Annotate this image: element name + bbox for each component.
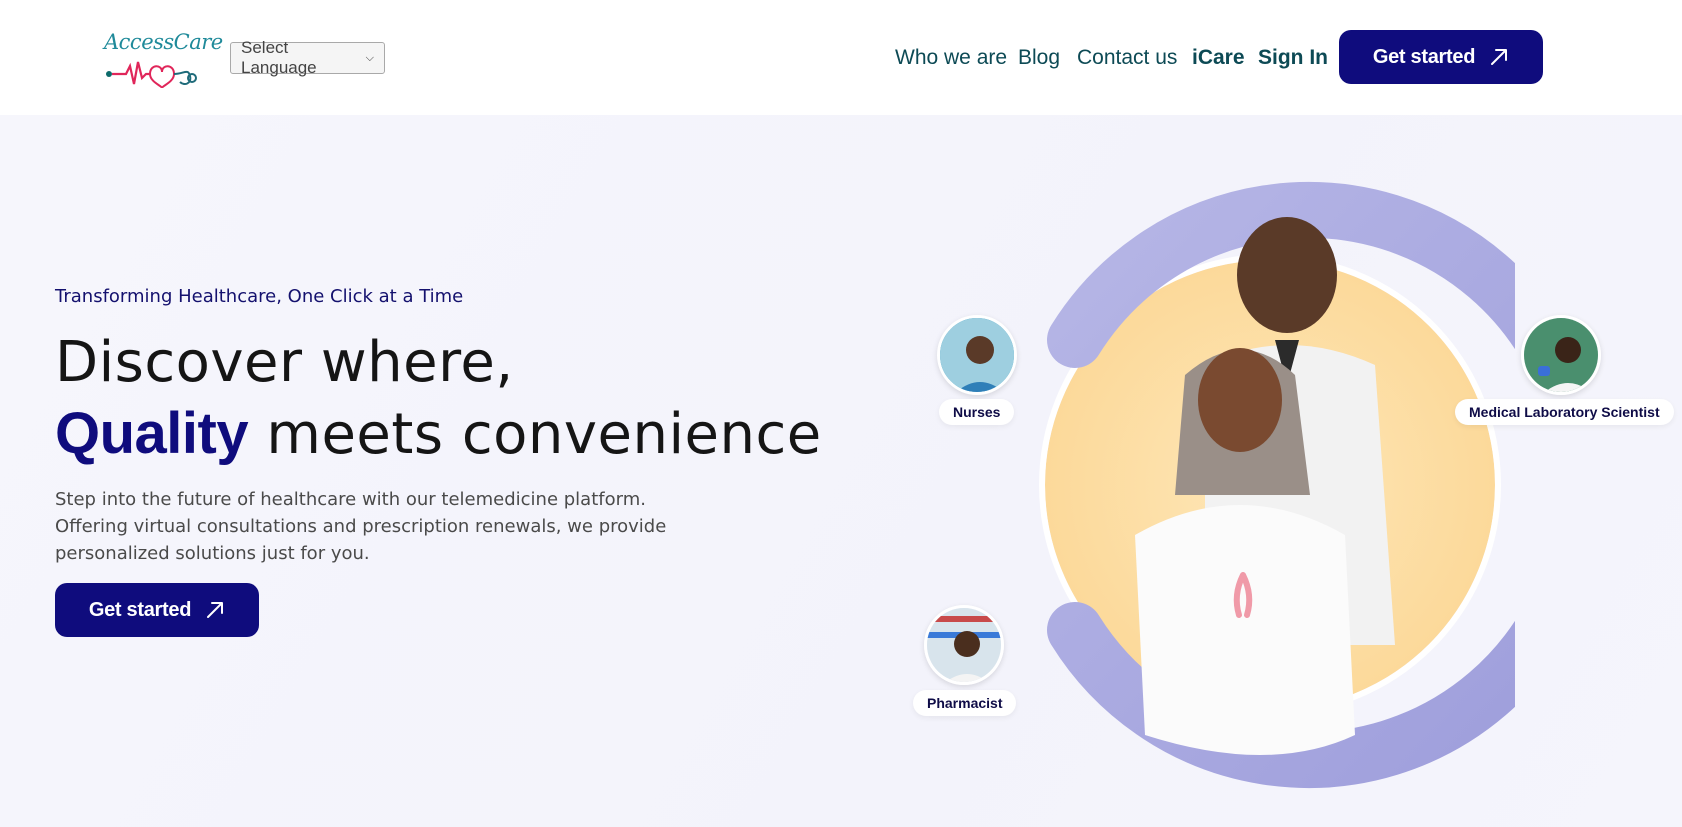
chevron-down-icon: ⌵ (365, 51, 374, 64)
language-select[interactable]: Select Language ⌵ (230, 38, 385, 77)
nav-link-who-we-are[interactable]: Who we are (895, 46, 1007, 70)
hero-illustration: Nurses Medical Laboratory Scientist Phar… (900, 115, 1682, 827)
site-header: AccessCare Select Language ⌵ Who we are … (0, 0, 1682, 115)
heartbeat-stethoscope-icon (106, 61, 197, 89)
hero-headline-rest: meets convenience (266, 402, 822, 467)
hero-headline-line1: Discover where, (55, 330, 514, 395)
language-select-value: Select Language (241, 38, 317, 77)
accesscare-logo[interactable]: AccessCare (104, 28, 223, 96)
lab-scientist-photo (1524, 318, 1598, 392)
nurses-label: Nurses (939, 399, 1015, 425)
pharmacist-photo (927, 608, 1001, 682)
nav-link-icare[interactable]: iCare (1192, 46, 1245, 70)
lavender-ring-graphic (1039, 182, 1515, 788)
arrow-up-right-icon (1491, 49, 1508, 65)
nurse-photo (940, 318, 1014, 392)
hero-get-started-button[interactable]: Get started (55, 583, 259, 637)
pharmacist-label: Pharmacist (913, 690, 1017, 716)
arrow-up-right-icon (207, 602, 224, 618)
hero-headline-line2: Quality meets convenience (55, 400, 822, 467)
hero-headline-accent: Quality (55, 401, 249, 466)
nav-item-sign-in[interactable]: Sign In (1258, 44, 1328, 72)
lab-scientist-label: Medical Laboratory Scientist (1455, 399, 1674, 425)
nav-link-blog[interactable]: Blog (1018, 46, 1060, 70)
nav-link-sign-in[interactable]: Sign In (1258, 46, 1328, 70)
nav-item-blog[interactable]: Blog (1018, 44, 1060, 72)
hero-get-started-label: Get started (88, 598, 192, 621)
hero-tagline: Transforming Healthcare, One Click at a … (55, 286, 464, 307)
header-get-started-label: Get started (1372, 45, 1476, 68)
pharmacist-avatar (924, 605, 1004, 685)
hero-description: Step into the future of healthcare with … (55, 489, 667, 564)
nav-link-contact-us[interactable]: Contact us (1077, 46, 1177, 70)
nav-item-contact-us[interactable]: Contact us (1077, 44, 1177, 72)
lab-scientist-avatar (1521, 315, 1601, 395)
logo-wordmark: AccessCare (104, 30, 223, 54)
header-get-started-button[interactable]: Get started (1339, 30, 1543, 84)
nurses-avatar (937, 315, 1017, 395)
nav-item-who-we-are[interactable]: Who we are (895, 44, 1007, 72)
nav-item-icare[interactable]: iCare (1192, 44, 1245, 72)
